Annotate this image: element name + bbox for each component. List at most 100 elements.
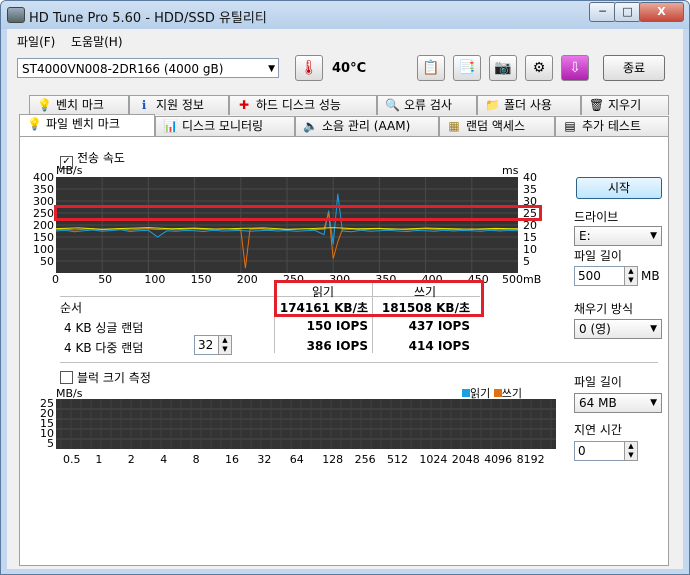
x-tick: 200 [236, 273, 258, 286]
chevron-down-icon: ▼ [650, 324, 657, 334]
toolbar: ST4000VN008-2DR166 (4000 gB) ▼ 🌡 40°C 📋 … [7, 53, 683, 89]
block-x-tick: 16 [225, 453, 239, 466]
title-bar[interactable]: HD Tune Pro 5.60 - HDD/SSD 유틸리티 ─ □ X [1, 1, 689, 29]
block-x-tick: 128 [322, 453, 344, 466]
block-file-length-label: 파일 길이 [574, 375, 622, 389]
app-window: HD Tune Pro 5.60 - HDD/SSD 유틸리티 ─ □ X 파일… [0, 0, 690, 575]
file-length-spinner[interactable]: ▲ ▼ [624, 266, 638, 286]
red-cross-icon: ✚ [238, 98, 250, 112]
y-tick-left: 50 [40, 255, 54, 268]
bulb-icon: 💡 [27, 117, 42, 131]
tab-health[interactable]: ✚ 하드 디스크 성능 [229, 95, 377, 115]
row-4k-multi-write: 414 IOPS [408, 339, 470, 353]
fill-method-select[interactable]: 0 (영) ▼ [574, 319, 662, 339]
tab-disk-monitor[interactable]: 📊 디스크 모니터링 [155, 116, 295, 136]
block-x-tick: 0.5 [63, 453, 81, 466]
block-x-tick: 256 [354, 453, 376, 466]
start-button[interactable]: 시작 [576, 177, 662, 199]
drive-letter-select[interactable]: E: ▼ [574, 226, 662, 246]
row-4k-single-label: 4 KB 싱글 랜덤 [64, 321, 144, 335]
window-title: HD Tune Pro 5.60 - HDD/SSD 유틸리티 [29, 11, 267, 26]
row-4k-single-write: 437 IOPS [408, 319, 470, 333]
transfer-chart-svg [55, 177, 519, 273]
grid-icon: ▦ [448, 119, 460, 133]
highlight-box-chart [54, 205, 542, 221]
legend-write-swatch [493, 389, 502, 397]
x-tick: 0 [52, 273, 59, 286]
list-icon: ▤ [564, 119, 576, 133]
y-unit-right: ms [502, 164, 519, 177]
client-area: 파일(F) 도움말(H) ST4000VN008-2DR166 (4000 gB… [7, 29, 683, 569]
block-size-chart [56, 399, 556, 449]
row-seq-label: 순서 [60, 301, 83, 315]
bar-chart-icon: 📊 [163, 119, 178, 133]
block-x-tick: 1024 [419, 453, 448, 466]
block-x-tick: 2 [127, 453, 135, 466]
file-benchmark-panel: ✓ 전송 속도 MB/s ms 400 350 300 250 200 150 100 50 4… [19, 136, 669, 566]
section-divider [60, 362, 658, 363]
exit-button[interactable]: 종료 [603, 55, 665, 81]
block-size-chart-svg [56, 399, 556, 449]
folder-icon: 📁 [485, 98, 500, 112]
x-tick: 500mB [502, 273, 542, 286]
checkbox-unchecked [60, 371, 73, 384]
tab-extra-tests[interactable]: ▤ 추가 테스트 [555, 116, 669, 136]
x-tick: 50 [98, 273, 113, 286]
delay-spinner[interactable]: ▲ ▼ [624, 441, 638, 461]
temperature-value: 40°C [332, 61, 367, 76]
thermometer-icon[interactable]: 🌡 [295, 55, 323, 81]
block-x-tick: 2048 [451, 453, 480, 466]
row-4k-multi-read: 386 IOPS [306, 339, 368, 353]
tab-random-access[interactable]: ▦ 랜덤 액세스 [439, 116, 555, 136]
maximize-button[interactable]: □ [614, 2, 641, 22]
block-size-checkbox[interactable]: 블럭 크기 측정 [60, 369, 151, 386]
block-file-length-select[interactable]: 64 MB ▼ [574, 393, 662, 413]
tab-folder-usage[interactable]: 📁 폴더 사용 [477, 95, 581, 115]
queue-depth-spinner[interactable]: ▲ ▼ [218, 335, 232, 355]
block-x-tick: 64 [289, 453, 304, 466]
block-x-tick: 512 [387, 453, 408, 466]
block-x-tick: 8 [192, 453, 200, 466]
app-icon [7, 7, 25, 23]
block-x-tick: 4 [160, 453, 168, 466]
close-button[interactable]: X [639, 2, 684, 22]
camera-icon[interactable]: 📷 [489, 55, 517, 81]
options-icon[interactable]: ⚙ [525, 55, 553, 81]
bulb-icon: 💡 [37, 98, 52, 112]
menu-bar: 파일(F) 도움말(H) [7, 29, 683, 51]
row-4k-multi-label: 4 KB 다중 랜덤 [64, 341, 144, 355]
file-length-label: 파일 길이 [574, 249, 622, 263]
save-download-icon[interactable]: ⇩ [561, 55, 589, 81]
menu-file[interactable]: 파일(F) [17, 33, 55, 50]
drive-label: 드라이브 [574, 210, 619, 224]
tab-error-scan[interactable]: 🔍 오류 검사 [377, 95, 477, 115]
transfer-chart [55, 177, 519, 273]
drive-select[interactable]: ST4000VN008-2DR166 (4000 gB) ▼ [17, 58, 279, 78]
minimize-button[interactable]: ─ [589, 2, 616, 22]
block-x-tick: 1 [95, 453, 103, 466]
copy-screen-icon[interactable]: 📑 [453, 55, 481, 81]
block-x-tick: 32 [257, 453, 272, 466]
tab-erase[interactable]: 🗑 지우기 [581, 95, 669, 115]
tab-info[interactable]: ℹ 지원 정보 [129, 95, 229, 115]
highlight-box-results [274, 280, 484, 317]
transfer-rate-label: 전송 속도 [77, 151, 125, 165]
trash-icon: 🗑 [589, 98, 605, 112]
speaker-icon: 🔈 [303, 119, 318, 133]
magnifier-icon: 🔍 [385, 98, 400, 112]
copy-info-icon[interactable]: 📋 [417, 55, 445, 81]
y-tick-right: 5 [523, 255, 530, 268]
tab-aam[interactable]: 🔈 소음 관리 (AAM) [295, 116, 439, 136]
x-tick: 150 [190, 273, 212, 286]
chevron-down-icon: ▼ [650, 398, 657, 408]
tab-file-benchmark[interactable]: 💡 파일 벤치 마크 [19, 114, 155, 136]
block-x-tick: 4096 [484, 453, 513, 466]
tab-benchmark[interactable]: 💡 벤치 마크 [29, 95, 129, 115]
chevron-down-icon: ▼ [650, 231, 657, 241]
chevron-down-icon: ▼ [268, 64, 275, 74]
fill-method-label: 채우기 방식 [574, 302, 634, 316]
menu-help[interactable]: 도움말(H) [71, 33, 123, 50]
info-icon: ℹ [141, 98, 147, 112]
legend-read-swatch [462, 389, 470, 397]
drive-select-value: ST4000VN008-2DR166 (4000 gB) [22, 62, 224, 76]
